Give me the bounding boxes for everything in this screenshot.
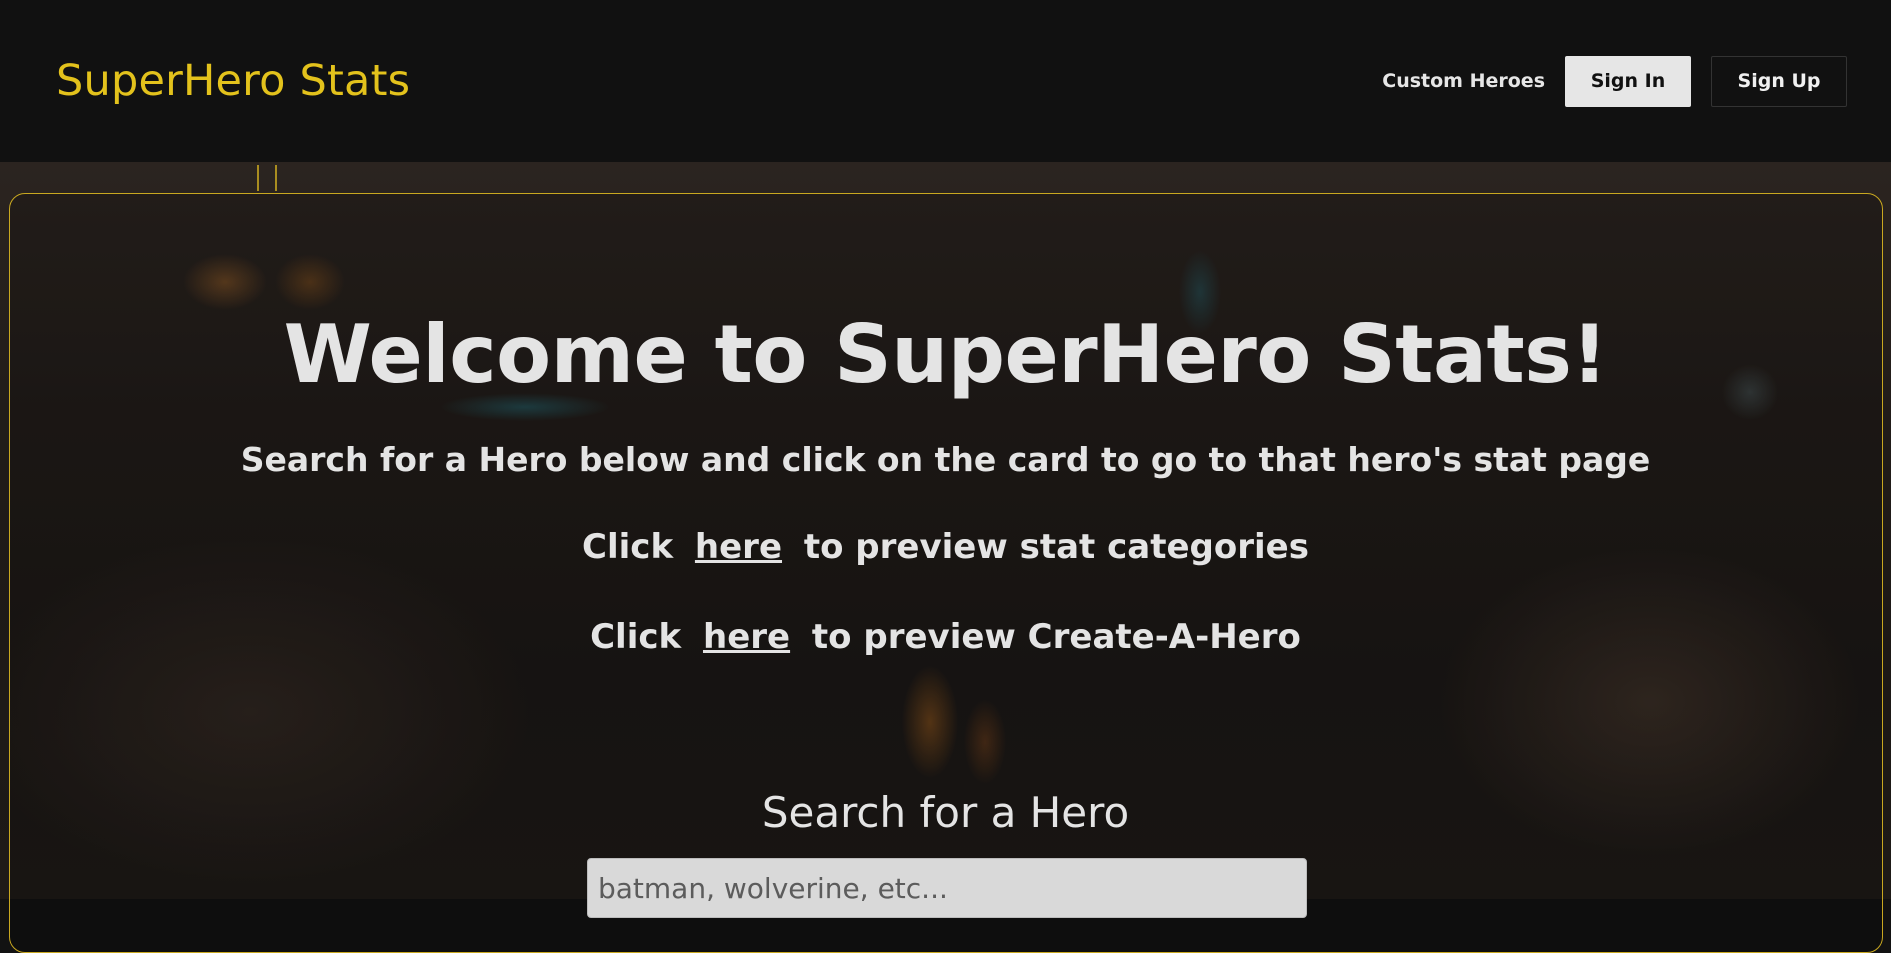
preview-create-suffix: to preview Create-A-Hero: [811, 617, 1301, 657]
nav-links: Custom Heroes Sign In Sign Up: [1382, 55, 1847, 107]
preview-stats-suffix: to preview stat categories: [803, 527, 1309, 567]
hero-search-input[interactable]: [587, 858, 1307, 918]
custom-heroes-link[interactable]: Custom Heroes: [1382, 70, 1545, 92]
preview-stats-prefix: Click: [582, 527, 674, 567]
preview-stat-categories-line: Click here to preview stat categories: [0, 527, 1891, 567]
welcome-panel: [9, 193, 1883, 953]
sign-up-button[interactable]: Sign Up: [1711, 55, 1847, 107]
top-navbar: SuperHero Stats Custom Heroes Sign In Si…: [0, 0, 1891, 162]
preview-create-a-hero-link[interactable]: here: [703, 617, 790, 657]
brand-logo-link[interactable]: SuperHero Stats: [56, 56, 410, 106]
preview-create-a-hero-line: Click here to preview Create-A-Hero: [0, 617, 1891, 657]
sign-in-button[interactable]: Sign In: [1565, 55, 1691, 107]
page-subtitle: Search for a Hero below and click on the…: [240, 440, 1651, 479]
page-title: Welcome to SuperHero Stats!: [283, 308, 1608, 401]
preview-stat-categories-link[interactable]: here: [695, 527, 782, 567]
preview-create-prefix: Click: [590, 617, 682, 657]
search-heading: Search for a Hero: [761, 788, 1130, 837]
rooftop-light-decoration: [257, 165, 277, 191]
